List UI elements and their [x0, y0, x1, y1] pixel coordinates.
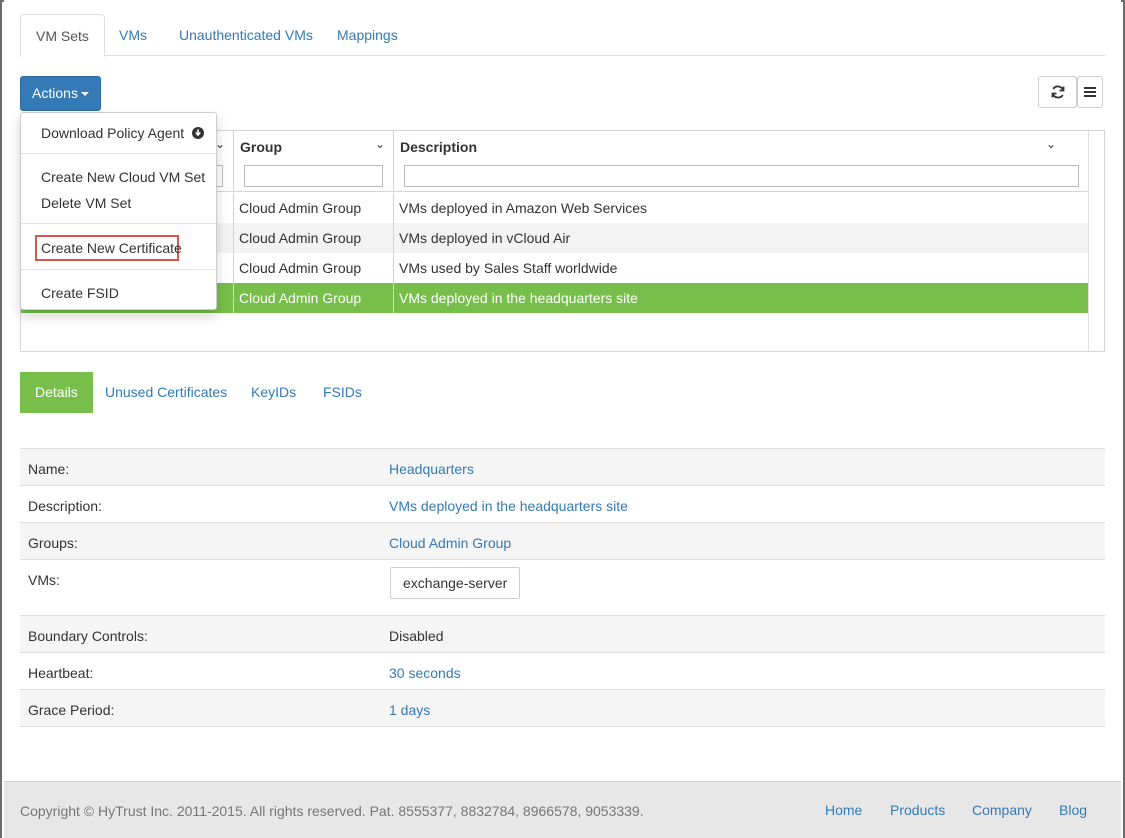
chevron-down-icon[interactable]: ⌄ — [375, 137, 385, 151]
tab-unauthenticated-vms[interactable]: Unauthenticated VMs — [164, 14, 328, 56]
detail-label: Grace Period: — [28, 702, 115, 718]
description-cell: VMs used by Sales Staff worldwide — [399, 260, 618, 276]
menu-item-create-new-cloud-vm-set[interactable]: Create New Cloud VM Set — [21, 165, 216, 189]
actions-dropdown-menu: Download Policy Agent Create New Cloud V… — [20, 112, 217, 310]
menu-item-download-policy-agent[interactable]: Download Policy Agent — [21, 121, 216, 145]
actions-button[interactable]: Actions — [20, 76, 101, 111]
detail-row-groups: Groups: Cloud Admin Group — [20, 523, 1105, 560]
description-cell: VMs deployed in vCloud Air — [399, 230, 571, 246]
group-cell: Cloud Admin Group — [234, 223, 394, 253]
description-cell: VMs deployed in Amazon Web Services — [399, 200, 647, 216]
group-cell: Cloud Admin Group — [234, 253, 394, 283]
refresh-button[interactable] — [1038, 76, 1077, 108]
detail-label: VMs: — [28, 572, 60, 588]
grace-period-value-link[interactable]: 1 days — [389, 702, 430, 718]
tab-details[interactable]: Details — [20, 372, 93, 413]
menu-item-create-new-certificate[interactable]: Create New Certificate — [21, 236, 216, 260]
detail-label: Description: — [28, 498, 102, 514]
heartbeat-value-link[interactable]: 30 seconds — [389, 665, 461, 681]
footer-link-company[interactable]: Company — [972, 802, 1032, 818]
boundary-controls-value: Disabled — [389, 628, 444, 644]
detail-row-vms: VMs: exchange-server — [20, 560, 1105, 616]
main-content: VM Sets VMs Unauthenticated VMs Mappings… — [4, 0, 1121, 780]
grid-vertical-scrollbar[interactable] — [1088, 131, 1104, 351]
tab-unused-certificates[interactable]: Unused Certificates — [90, 372, 242, 413]
tab-fsids[interactable]: FSIDs — [308, 372, 377, 413]
detail-label: Name: — [28, 461, 70, 477]
menu-divider — [21, 223, 216, 224]
column-menu-button[interactable] — [1077, 76, 1103, 108]
menu-divider — [21, 269, 216, 270]
tab-vm-sets[interactable]: VM Sets — [20, 14, 105, 57]
description-cell: VMs deployed in the headquarters site — [399, 290, 638, 306]
vm-tag[interactable]: exchange-server — [390, 567, 521, 599]
group-cell: Cloud Admin Group — [234, 193, 394, 223]
chevron-down-icon[interactable]: ⌄ — [1046, 137, 1056, 151]
detail-label: Heartbeat: — [28, 665, 94, 681]
group-cell: Cloud Admin Group — [234, 283, 394, 313]
caret-down-icon — [80, 92, 89, 97]
group-filter-input[interactable] — [244, 165, 383, 187]
hamburger-menu-icon — [1084, 87, 1096, 97]
menu-divider — [21, 153, 216, 154]
copyright-text: Copyright © HyTrust Inc. 2011-2015. All … — [20, 803, 644, 819]
description-filter-input[interactable] — [404, 165, 1079, 187]
menu-item-create-fsid[interactable]: Create FSID — [21, 281, 216, 305]
menu-item-delete-vm-set[interactable]: Delete VM Set — [21, 191, 216, 215]
detail-label: Groups: — [28, 535, 78, 551]
name-value-link[interactable]: Headquarters — [389, 461, 474, 477]
description-column-header: Description — [400, 139, 478, 155]
menu-item-label: Download Policy Agent — [41, 125, 185, 141]
detail-label: Boundary Controls: — [28, 628, 148, 644]
footer: Copyright © HyTrust Inc. 2011-2015. All … — [4, 781, 1121, 838]
footer-link-products[interactable]: Products — [890, 802, 945, 818]
description-value-link[interactable]: VMs deployed in the headquarters site — [389, 498, 628, 514]
footer-link-blog[interactable]: Blog — [1059, 802, 1087, 818]
top-tab-bar: VM Sets VMs Unauthenticated VMs Mappings — [20, 14, 1105, 57]
groups-value-link[interactable]: Cloud Admin Group — [389, 535, 511, 551]
detail-row-description: Description: VMs deployed in the headqua… — [20, 486, 1105, 523]
actions-button-label: Actions — [32, 85, 78, 101]
grid-column-description[interactable]: Description ⌄ — [394, 131, 1089, 192]
detail-row-heartbeat: Heartbeat: 30 seconds — [20, 653, 1105, 690]
detail-row-boundary-controls: Boundary Controls: Disabled — [20, 616, 1105, 653]
refresh-icon — [1051, 85, 1064, 99]
group-column-header: Group — [240, 139, 282, 155]
tab-keyids[interactable]: KeyIDs — [236, 372, 311, 413]
footer-link-home[interactable]: Home — [825, 802, 862, 818]
detail-row-name: Name: Headquarters — [20, 449, 1105, 486]
detail-row-grace-period: Grace Period: 1 days — [20, 690, 1105, 727]
tab-mappings[interactable]: Mappings — [322, 14, 413, 56]
grid-column-group[interactable]: Group ⌄ — [234, 131, 394, 192]
download-icon — [192, 127, 205, 139]
details-table: Name: Headquarters Description: VMs depl… — [20, 448, 1105, 727]
tab-vms[interactable]: VMs — [104, 14, 162, 56]
